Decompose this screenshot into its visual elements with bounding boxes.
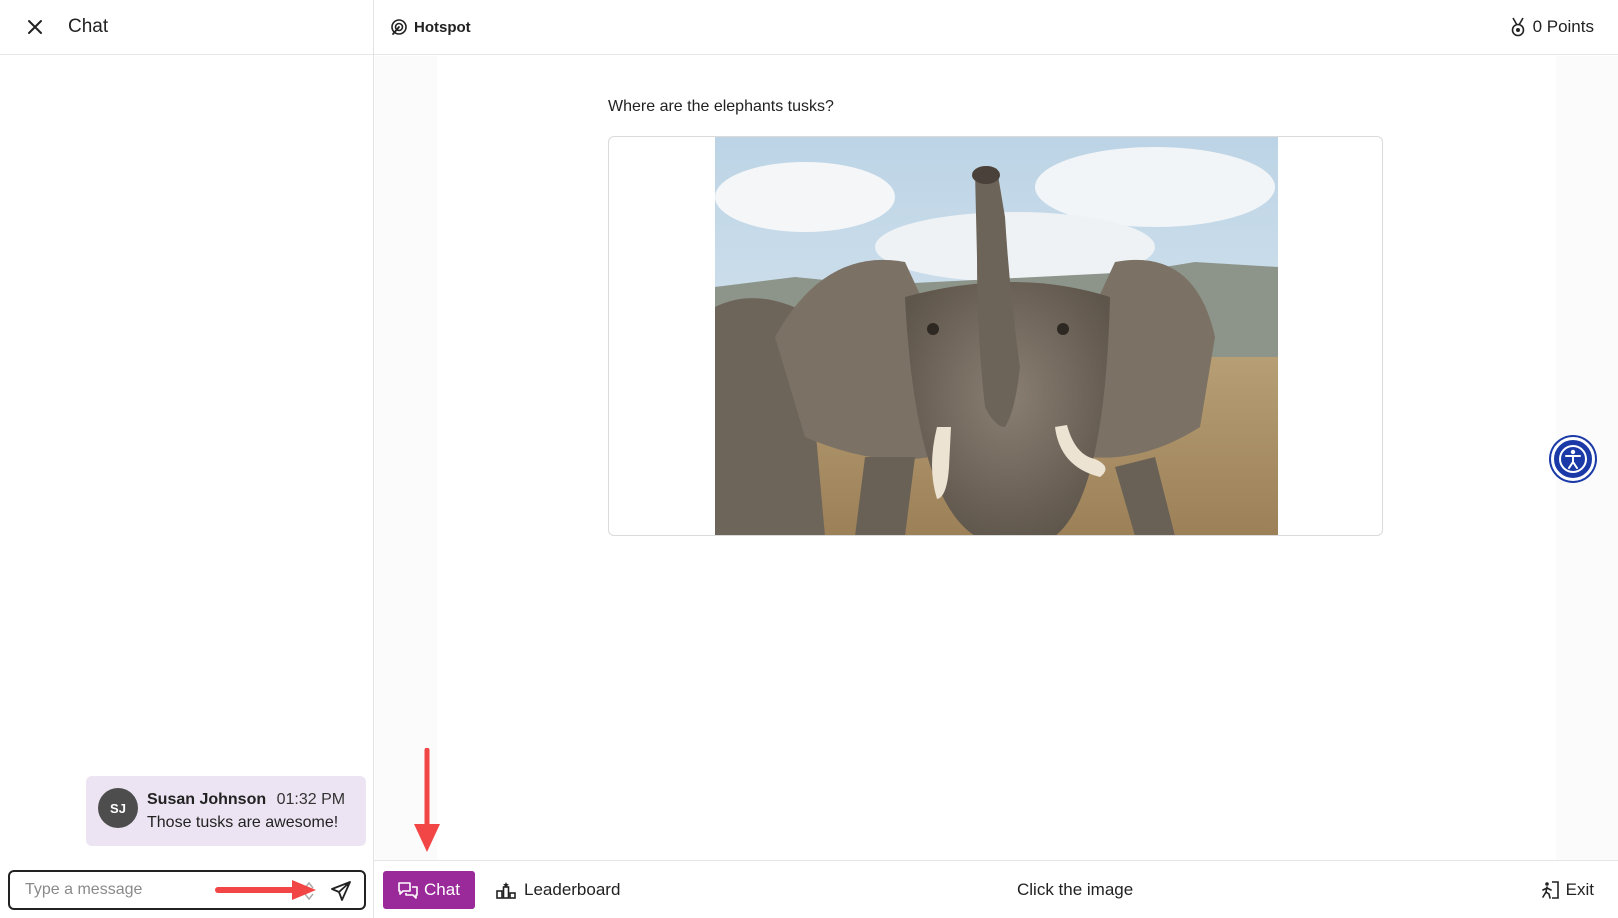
close-chat-button[interactable] — [24, 16, 46, 38]
points-label: 0 Points — [1532, 17, 1594, 36]
message-time: 01:32 PM — [276, 791, 346, 808]
chat-panel: Chat SJ Susan Johnson 01:32 PM Those tus… — [0, 0, 374, 918]
chat-icon — [398, 882, 418, 899]
chat-title: Chat — [68, 16, 109, 37]
hotspot-image[interactable] — [715, 137, 1278, 535]
medal-icon — [1511, 17, 1524, 37]
accessibility-icon — [1559, 445, 1587, 473]
send-icon[interactable] — [330, 880, 352, 902]
activity-type: Hotspot — [390, 18, 471, 36]
avatar: SJ — [98, 788, 138, 828]
leaderboard-icon — [496, 882, 516, 899]
close-icon — [28, 20, 42, 34]
bottom-bar: Chat Leaderboard Click the image Exit — [374, 860, 1618, 918]
chat-header: Chat — [0, 0, 373, 55]
instruction-hint: Click the image — [1017, 880, 1134, 899]
chat-message: SJ Susan Johnson 01:32 PM Those tusks ar… — [86, 776, 366, 846]
image-card — [608, 136, 1383, 536]
chat-button[interactable]: Chat — [383, 871, 475, 909]
hotspot-icon — [391, 19, 407, 35]
message-body: Susan Johnson 01:32 PM Those tusks are a… — [147, 788, 345, 846]
message-author: Susan Johnson — [147, 791, 267, 808]
annotation-arrow-right-icon — [215, 880, 316, 900]
message-text: Those tusks are awesome! — [147, 814, 339, 831]
leaderboard-button[interactable]: Leaderboard — [496, 871, 620, 909]
content-margin-left — [375, 56, 437, 860]
chat-button-label: Chat — [424, 880, 460, 899]
top-bar: Hotspot 0 Points — [374, 0, 1618, 55]
elephant-photo — [715, 137, 1278, 535]
annotation-arrow-down-icon — [414, 748, 440, 852]
question-text: Where are the elephants tusks? — [608, 98, 834, 115]
leaderboard-label: Leaderboard — [524, 880, 621, 899]
accessibility-button[interactable] — [1551, 437, 1595, 481]
exit-button[interactable]: Exit — [1540, 871, 1594, 909]
points-display: 0 Points — [1509, 17, 1594, 37]
exit-label: Exit — [1565, 880, 1594, 899]
exit-icon — [1541, 881, 1559, 899]
activity-label: Hotspot — [414, 18, 471, 36]
